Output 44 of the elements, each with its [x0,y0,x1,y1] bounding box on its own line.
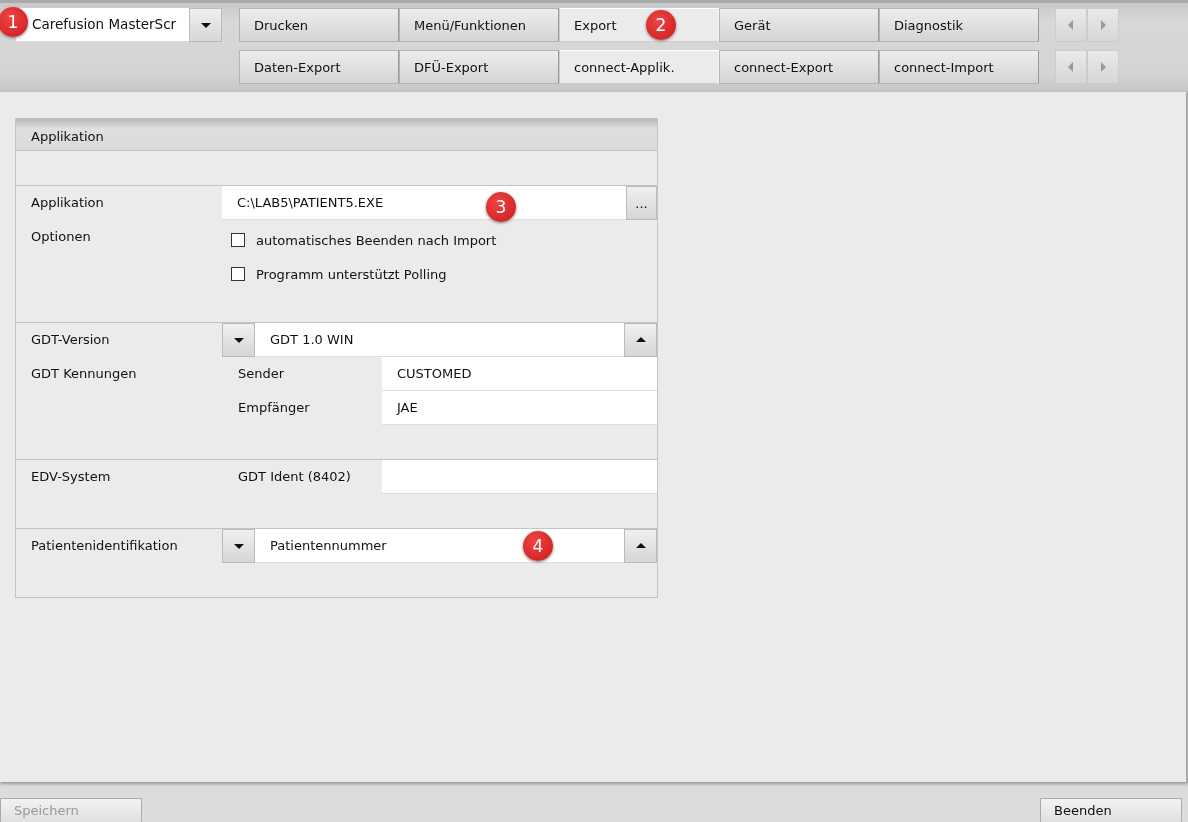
caret-icon [1098,20,1108,30]
text-field[interactable]: CUSTOMED [382,357,657,391]
footer-button[interactable]: Beenden [1040,798,1182,822]
profile-dropdown[interactable]: Carefusion MasterScr [16,8,189,41]
checkbox[interactable] [231,267,245,281]
dropdown-up-button[interactable] [624,323,657,357]
field-label: Sender [237,365,286,383]
field-label: GDT-Version [30,331,111,349]
caret-icon [635,335,646,345]
field-label: GDT Kennungen [30,365,138,383]
field-label: EDV-System [30,468,112,486]
checkbox-label: automatisches Beenden nach Import [256,232,497,248]
tab[interactable]: Diagnostik [879,8,1039,42]
tab[interactable]: Menü/Funktionen [399,8,559,42]
text-field[interactable]: JAE [382,391,657,425]
field-label: Empfänger [237,399,311,417]
tab[interactable]: connect-Export [719,50,879,84]
text-field[interactable] [382,460,657,494]
caret-icon [635,541,646,551]
tab[interactable]: Drucken [239,8,399,42]
caret-icon [1066,20,1076,30]
tab[interactable]: connect-Import [879,50,1039,84]
caret-icon [200,20,211,30]
field-label: Applikation [30,194,105,212]
dropdown-button[interactable] [189,8,222,42]
field-label: Optionen [30,228,92,246]
field-label: GDT Ident (8402) [237,468,352,486]
tab[interactable]: Daten-Export [239,50,399,84]
caret-icon [233,335,244,345]
tab[interactable]: DFÜ-Export [399,50,559,84]
panel-title: Applikation [16,118,657,151]
dropdown-button[interactable] [222,529,255,563]
tab[interactable]: Gerät [719,8,879,42]
tab[interactable]: connect-Applik. [559,50,719,84]
field-label: Patientenidentifikation [30,537,179,555]
caret-icon [1066,62,1076,72]
dropdown-button[interactable] [222,323,255,357]
caret-icon [1098,62,1108,72]
checkbox[interactable] [231,233,245,247]
caret-icon [233,541,244,551]
checkbox-label: Programm unterstützt Polling [256,266,447,282]
browse-button[interactable]: ... [626,186,657,220]
dropdown-up-button[interactable] [624,529,657,563]
version-dropdown[interactable]: GDT 1.0 WIN [255,323,624,357]
